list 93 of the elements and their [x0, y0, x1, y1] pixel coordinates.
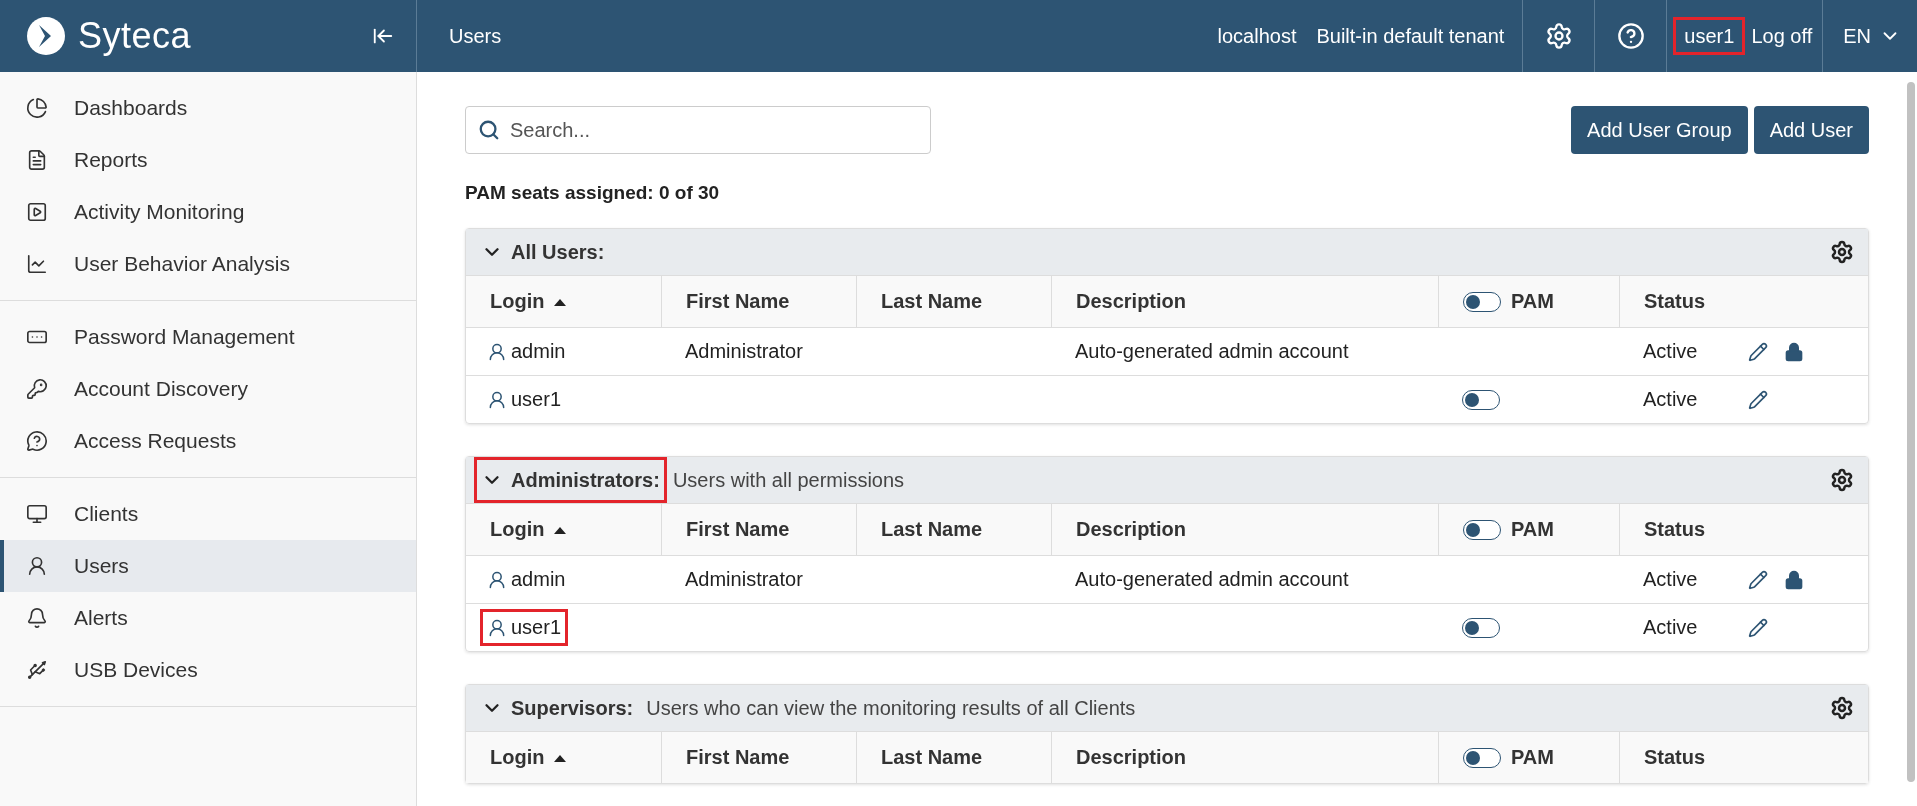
- sidebar-item[interactable]: Access Requests: [0, 415, 416, 467]
- sidebar-item[interactable]: Alerts: [0, 592, 416, 644]
- key-icon: [26, 378, 48, 400]
- status-text: Active: [1643, 388, 1698, 411]
- login-cell: admin: [480, 333, 573, 370]
- column-header[interactable]: Login: [466, 275, 661, 327]
- log-off-link[interactable]: Log off: [1745, 0, 1823, 72]
- column-header[interactable]: First Name: [661, 731, 856, 783]
- column-header[interactable]: Description: [1051, 503, 1438, 555]
- user-icon: [26, 555, 48, 577]
- group-description: Users who can view the monitoring results of all Clients: [646, 696, 1137, 720]
- usb-icon: [26, 659, 48, 681]
- add-button[interactable]: Add User: [1753, 106, 1869, 154]
- settings-icon[interactable]: [1544, 22, 1573, 50]
- sidebar-item[interactable]: Activity Monitoring: [0, 186, 416, 238]
- column-header[interactable]: Last Name: [856, 731, 1051, 783]
- group-title-highlight[interactable]: All Users:: [474, 229, 612, 275]
- toggle-switch[interactable]: [1462, 389, 1500, 410]
- user-link[interactable]: user1: [1673, 17, 1746, 55]
- user-icon: [487, 617, 507, 638]
- help-icon[interactable]: [1616, 22, 1645, 50]
- column-header[interactable]: PAM: [1438, 503, 1619, 555]
- edit-pencil-icon[interactable]: [1748, 341, 1768, 362]
- login-cell: user1: [480, 381, 569, 418]
- toggle-switch[interactable]: [1462, 617, 1500, 638]
- column-header[interactable]: First Name: [661, 275, 856, 327]
- column-header[interactable]: First Name: [661, 503, 856, 555]
- host-name: localhost: [1216, 23, 1298, 49]
- toggle-switch[interactable]: [1463, 747, 1501, 768]
- monitor-icon: [26, 503, 48, 525]
- edit-pencil-icon[interactable]: [1748, 389, 1768, 410]
- column-header[interactable]: Last Name: [856, 275, 1051, 327]
- page-title: Users: [448, 23, 503, 49]
- login-cell: admin: [480, 561, 573, 598]
- settings-icon[interactable]: [1830, 240, 1854, 264]
- sidebar-item[interactable]: Clients: [0, 488, 416, 540]
- add-button[interactable]: Add User Group: [1571, 106, 1748, 154]
- status-text: Active: [1643, 340, 1698, 363]
- toggle-switch[interactable]: [1463, 291, 1501, 312]
- status-text: Active: [1643, 616, 1698, 639]
- sidebar-item[interactable]: Dashboards: [0, 82, 416, 134]
- language-selector[interactable]: EN: [1843, 24, 1871, 48]
- sort-caret-icon: [554, 525, 567, 534]
- table-cell: Auto-generated admin account: [1075, 568, 1349, 591]
- edit-pencil-icon[interactable]: [1748, 617, 1768, 638]
- sidebar-item[interactable]: Reports: [0, 134, 416, 186]
- user-icon: [487, 341, 507, 362]
- toggle-switch[interactable]: [1463, 519, 1501, 540]
- logo-text: Syteca: [78, 15, 193, 57]
- sidebar-item[interactable]: User Behavior Analysis: [0, 238, 416, 290]
- sidebar-item[interactable]: Users: [0, 540, 416, 592]
- user-icon: [487, 389, 507, 410]
- play-icon: [26, 201, 48, 223]
- login-cell: user1: [480, 609, 569, 646]
- edit-pencil-icon[interactable]: [1748, 569, 1768, 590]
- group-title-highlight[interactable]: Supervisors:: [474, 685, 641, 731]
- column-header[interactable]: Status: [1619, 731, 1868, 783]
- search-icon: [478, 119, 500, 141]
- settings-icon[interactable]: [1830, 696, 1854, 720]
- line-chart-icon: [26, 253, 48, 275]
- search-field[interactable]: Search...: [465, 106, 931, 154]
- document-icon: [26, 149, 48, 171]
- lock-icon[interactable]: [1784, 569, 1804, 590]
- column-header[interactable]: Status: [1619, 275, 1868, 327]
- tenant-name: Built-in default tenant: [1315, 23, 1506, 49]
- group-description: Users with all permissions: [672, 468, 906, 492]
- group-title-highlight[interactable]: Administrators:: [474, 457, 667, 503]
- column-header[interactable]: Description: [1051, 731, 1438, 783]
- sidebar-item[interactable]: USB Devices: [0, 644, 416, 696]
- column-header[interactable]: Description: [1051, 275, 1438, 327]
- sort-caret-icon: [554, 297, 567, 306]
- pam-seats-text: PAM seats assigned: 0 of 30: [465, 182, 721, 204]
- column-header[interactable]: Status: [1619, 503, 1868, 555]
- settings-icon[interactable]: [1830, 468, 1854, 492]
- column-header[interactable]: Login: [466, 731, 661, 783]
- sidebar-item[interactable]: Password Management: [0, 311, 416, 363]
- logo-icon: [26, 16, 66, 56]
- user-icon: [487, 569, 507, 590]
- sidebar-item[interactable]: Account Discovery: [0, 363, 416, 415]
- column-header[interactable]: Last Name: [856, 503, 1051, 555]
- lock-icon[interactable]: [1784, 341, 1804, 362]
- status-text: Active: [1643, 568, 1698, 591]
- question-bubble-icon: [26, 430, 48, 452]
- table-cell: Administrator: [685, 340, 803, 363]
- bell-icon: [26, 607, 48, 629]
- pie-chart-icon: [26, 97, 48, 119]
- scrollbar[interactable]: [1907, 82, 1915, 782]
- column-header[interactable]: PAM: [1438, 731, 1619, 783]
- column-header[interactable]: PAM: [1438, 275, 1619, 327]
- table-cell: Auto-generated admin account: [1075, 340, 1349, 363]
- table-cell: Administrator: [685, 568, 803, 591]
- sort-caret-icon: [554, 753, 567, 762]
- column-header[interactable]: Login: [466, 503, 661, 555]
